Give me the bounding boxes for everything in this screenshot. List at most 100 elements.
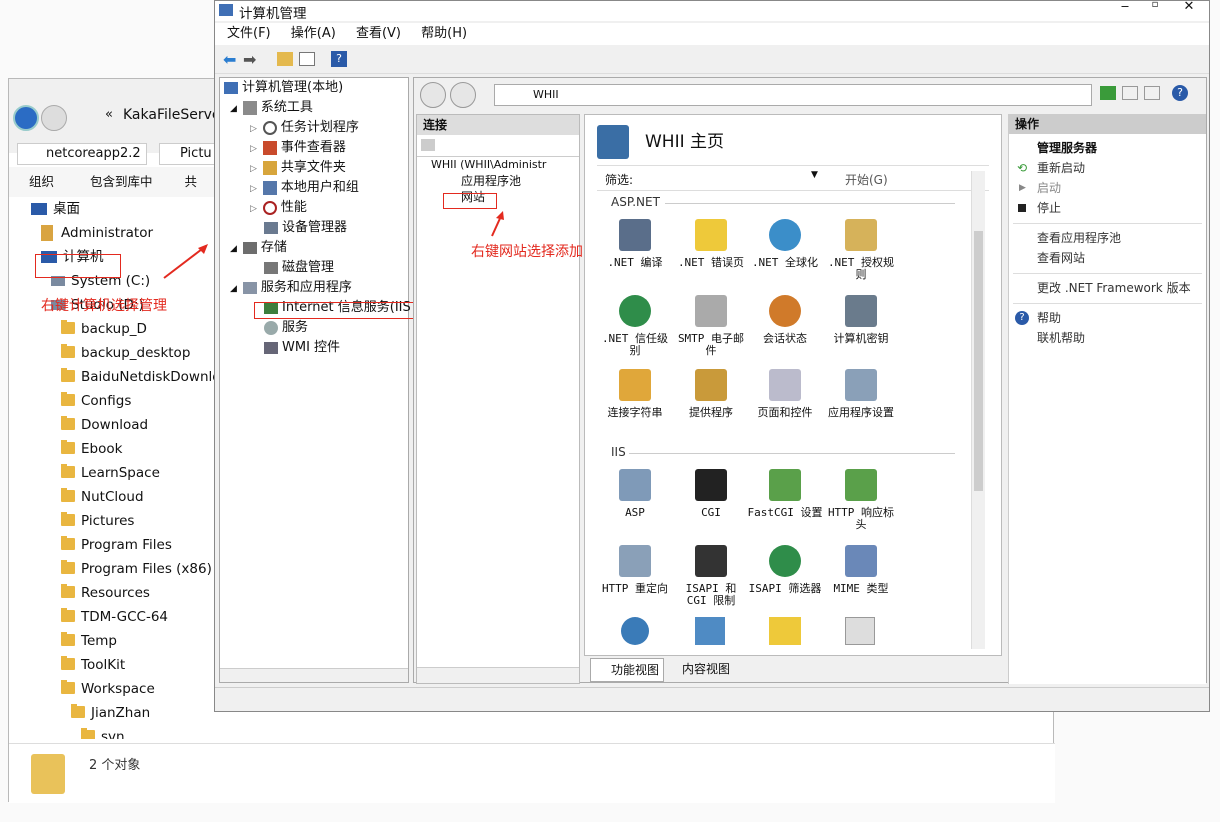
help-icon[interactable]: ? bbox=[331, 51, 347, 67]
feature-isapi-filters[interactable]: ISAPI 筛选器 bbox=[747, 545, 823, 595]
warning-icon[interactable] bbox=[769, 617, 801, 645]
help-icon[interactable]: ? bbox=[1172, 85, 1188, 101]
collapse-icon[interactable]: ▷ bbox=[250, 144, 257, 154]
back-icon[interactable] bbox=[420, 82, 446, 108]
tree-services-apps[interactable]: ◢ 服务和应用程序 bbox=[220, 278, 408, 298]
expand-icon[interactable]: ◢ bbox=[230, 244, 237, 254]
menu-file[interactable]: 文件(F) bbox=[219, 23, 279, 45]
chevron-down-icon[interactable]: ▼ bbox=[811, 170, 818, 180]
feature-session-state[interactable]: 会话状态 bbox=[747, 295, 823, 345]
collapse-icon[interactable]: ▷ bbox=[250, 184, 257, 194]
tab-content-view[interactable]: 内容视图 bbox=[668, 658, 730, 680]
menu-action[interactable]: 操作(A) bbox=[283, 23, 344, 45]
feature-net-trust[interactable]: .NET 信任级别 bbox=[597, 295, 673, 357]
feature-net-compile[interactable]: .NET 编译 bbox=[597, 219, 673, 269]
tab-feature-view[interactable]: 功能视图 bbox=[590, 658, 665, 682]
forward-icon[interactable] bbox=[450, 82, 476, 108]
feature-asp[interactable]: ASP bbox=[597, 469, 673, 519]
tree-performance[interactable]: ▷ 性能 bbox=[220, 198, 408, 218]
tree-folder[interactable]: NutCloud bbox=[9, 485, 241, 509]
tree-desktop[interactable]: 桌面 bbox=[9, 197, 241, 221]
tree-folder[interactable]: TDM-GCC-64 bbox=[9, 605, 241, 629]
feature-fastcgi[interactable]: FastCGI 设置 bbox=[747, 469, 823, 519]
collapse-icon[interactable]: ▷ bbox=[250, 124, 257, 134]
expand-icon[interactable]: ◢ bbox=[230, 284, 237, 294]
address-text[interactable]: KakaFileServer bbox=[123, 107, 226, 123]
toolbar-share[interactable]: 共 bbox=[185, 174, 198, 189]
tree-root[interactable]: 计算机管理(本地) bbox=[220, 78, 408, 98]
explorer-tab-2[interactable]: Pictu bbox=[159, 143, 221, 165]
up-folder-icon[interactable] bbox=[277, 52, 293, 66]
cache-icon[interactable] bbox=[845, 617, 875, 645]
action-help[interactable]: ? 帮助 bbox=[1009, 308, 1206, 328]
home-icon[interactable] bbox=[1144, 86, 1160, 100]
iis-address-field[interactable]: WHII bbox=[494, 84, 1092, 106]
feature-http-headers[interactable]: HTTP 响应标头 bbox=[823, 469, 899, 531]
conn-app-pools[interactable]: 应用程序池 bbox=[417, 173, 579, 189]
action-change-framework[interactable]: 更改 .NET Framework 版本 bbox=[1009, 278, 1206, 298]
feature-connection-strings[interactable]: 连接字符串 bbox=[597, 369, 673, 419]
feature-http-redirect[interactable]: HTTP 重定向 bbox=[597, 545, 673, 595]
collapse-icon[interactable]: ▷ bbox=[250, 204, 257, 214]
show-hide-tree-icon[interactable] bbox=[299, 52, 315, 66]
action-stop[interactable]: 停止 bbox=[1009, 198, 1206, 218]
menu-view[interactable]: 查看(V) bbox=[348, 23, 409, 45]
forward-icon[interactable] bbox=[41, 105, 67, 131]
start-button[interactable]: 开始(G) bbox=[845, 171, 888, 188]
tree-shared-folders[interactable]: ▷ 共享文件夹 bbox=[220, 158, 408, 178]
filter-input[interactable] bbox=[637, 170, 817, 188]
tree-folder[interactable]: Program Files (x86) bbox=[9, 557, 241, 581]
toolbar-organize[interactable]: 组织 bbox=[29, 174, 54, 189]
tree-system-tools[interactable]: ◢ 系统工具 bbox=[220, 98, 408, 118]
horizontal-scrollbar[interactable] bbox=[417, 667, 579, 683]
tree-disk-management[interactable]: 磁盘管理 bbox=[220, 258, 408, 278]
tree-folder[interactable]: Configs bbox=[9, 389, 241, 413]
tree-device-manager[interactable]: 设备管理器 bbox=[220, 218, 408, 238]
close-button[interactable]: ✕ bbox=[1173, 0, 1205, 15]
tree-folder[interactable]: Download bbox=[9, 413, 241, 437]
feature-net-globalization[interactable]: .NET 全球化 bbox=[747, 219, 823, 269]
feature-pages-controls[interactable]: 页面和控件 bbox=[747, 369, 823, 419]
scroll-thumb[interactable] bbox=[974, 231, 983, 491]
feature-app-settings[interactable]: 应用程序设置 bbox=[823, 369, 899, 419]
feature-machine-key[interactable]: 计算机密钥 bbox=[823, 295, 899, 345]
toolbar-include[interactable]: 包含到库中 bbox=[90, 174, 153, 189]
collapse-icon[interactable]: ▷ bbox=[250, 164, 257, 174]
explorer-tab-1[interactable]: netcoreapp2.2 bbox=[17, 143, 147, 165]
sync-icon[interactable] bbox=[695, 617, 725, 645]
feature-isapi-cgi[interactable]: ISAPI 和 CGI 限制 bbox=[673, 545, 749, 607]
horizontal-scrollbar[interactable] bbox=[220, 668, 408, 682]
feature-smtp[interactable]: SMTP 电子邮件 bbox=[673, 295, 749, 357]
tree-wmi[interactable]: WMI 控件 bbox=[220, 338, 408, 358]
vertical-scrollbar[interactable] bbox=[971, 171, 985, 649]
feature-cgi[interactable]: CGI bbox=[673, 469, 749, 519]
tree-folder[interactable]: backup_desktop bbox=[9, 341, 241, 365]
tree-services[interactable]: 服务 bbox=[220, 318, 408, 338]
refresh-icon[interactable] bbox=[1100, 86, 1116, 100]
tree-folder[interactable]: JianZhan bbox=[9, 701, 241, 725]
minimize-button[interactable]: ‒ bbox=[1111, 0, 1139, 15]
feature-mime-types[interactable]: MIME 类型 bbox=[823, 545, 899, 595]
tree-folder[interactable]: Workspace bbox=[9, 677, 241, 701]
menu-help[interactable]: 帮助(H) bbox=[413, 23, 475, 45]
tree-task-scheduler[interactable]: ▷ 任务计划程序 bbox=[220, 118, 408, 138]
action-online-help[interactable]: 联机帮助 bbox=[1009, 328, 1206, 348]
expand-icon[interactable]: ◢ bbox=[230, 104, 237, 114]
tree-folder[interactable]: ToolKit bbox=[9, 653, 241, 677]
action-view-app-pools[interactable]: 查看应用程序池 bbox=[1009, 228, 1206, 248]
tree-folder[interactable]: BaiduNetdiskDownload bbox=[9, 365, 241, 389]
conn-server[interactable]: WHII (WHII\Administr bbox=[417, 157, 579, 173]
tree-folder[interactable]: Resources bbox=[9, 581, 241, 605]
tree-local-users[interactable]: ▷ 本地用户和组 bbox=[220, 178, 408, 198]
tree-event-viewer[interactable]: ▷ 事件查看器 bbox=[220, 138, 408, 158]
tree-folder[interactable]: Temp bbox=[9, 629, 241, 653]
maximize-button[interactable]: ▫ bbox=[1141, 0, 1169, 15]
back-icon[interactable] bbox=[13, 105, 39, 131]
tree-folder[interactable]: Pictures bbox=[9, 509, 241, 533]
connect-icon[interactable] bbox=[421, 139, 435, 151]
tree-folder[interactable]: Program Files bbox=[9, 533, 241, 557]
back-arrow-icon[interactable]: ⬅ bbox=[223, 50, 236, 69]
action-view-sites[interactable]: 查看网站 bbox=[1009, 248, 1206, 268]
tree-folder[interactable]: LearnSpace bbox=[9, 461, 241, 485]
webdav-icon[interactable] bbox=[621, 617, 649, 645]
